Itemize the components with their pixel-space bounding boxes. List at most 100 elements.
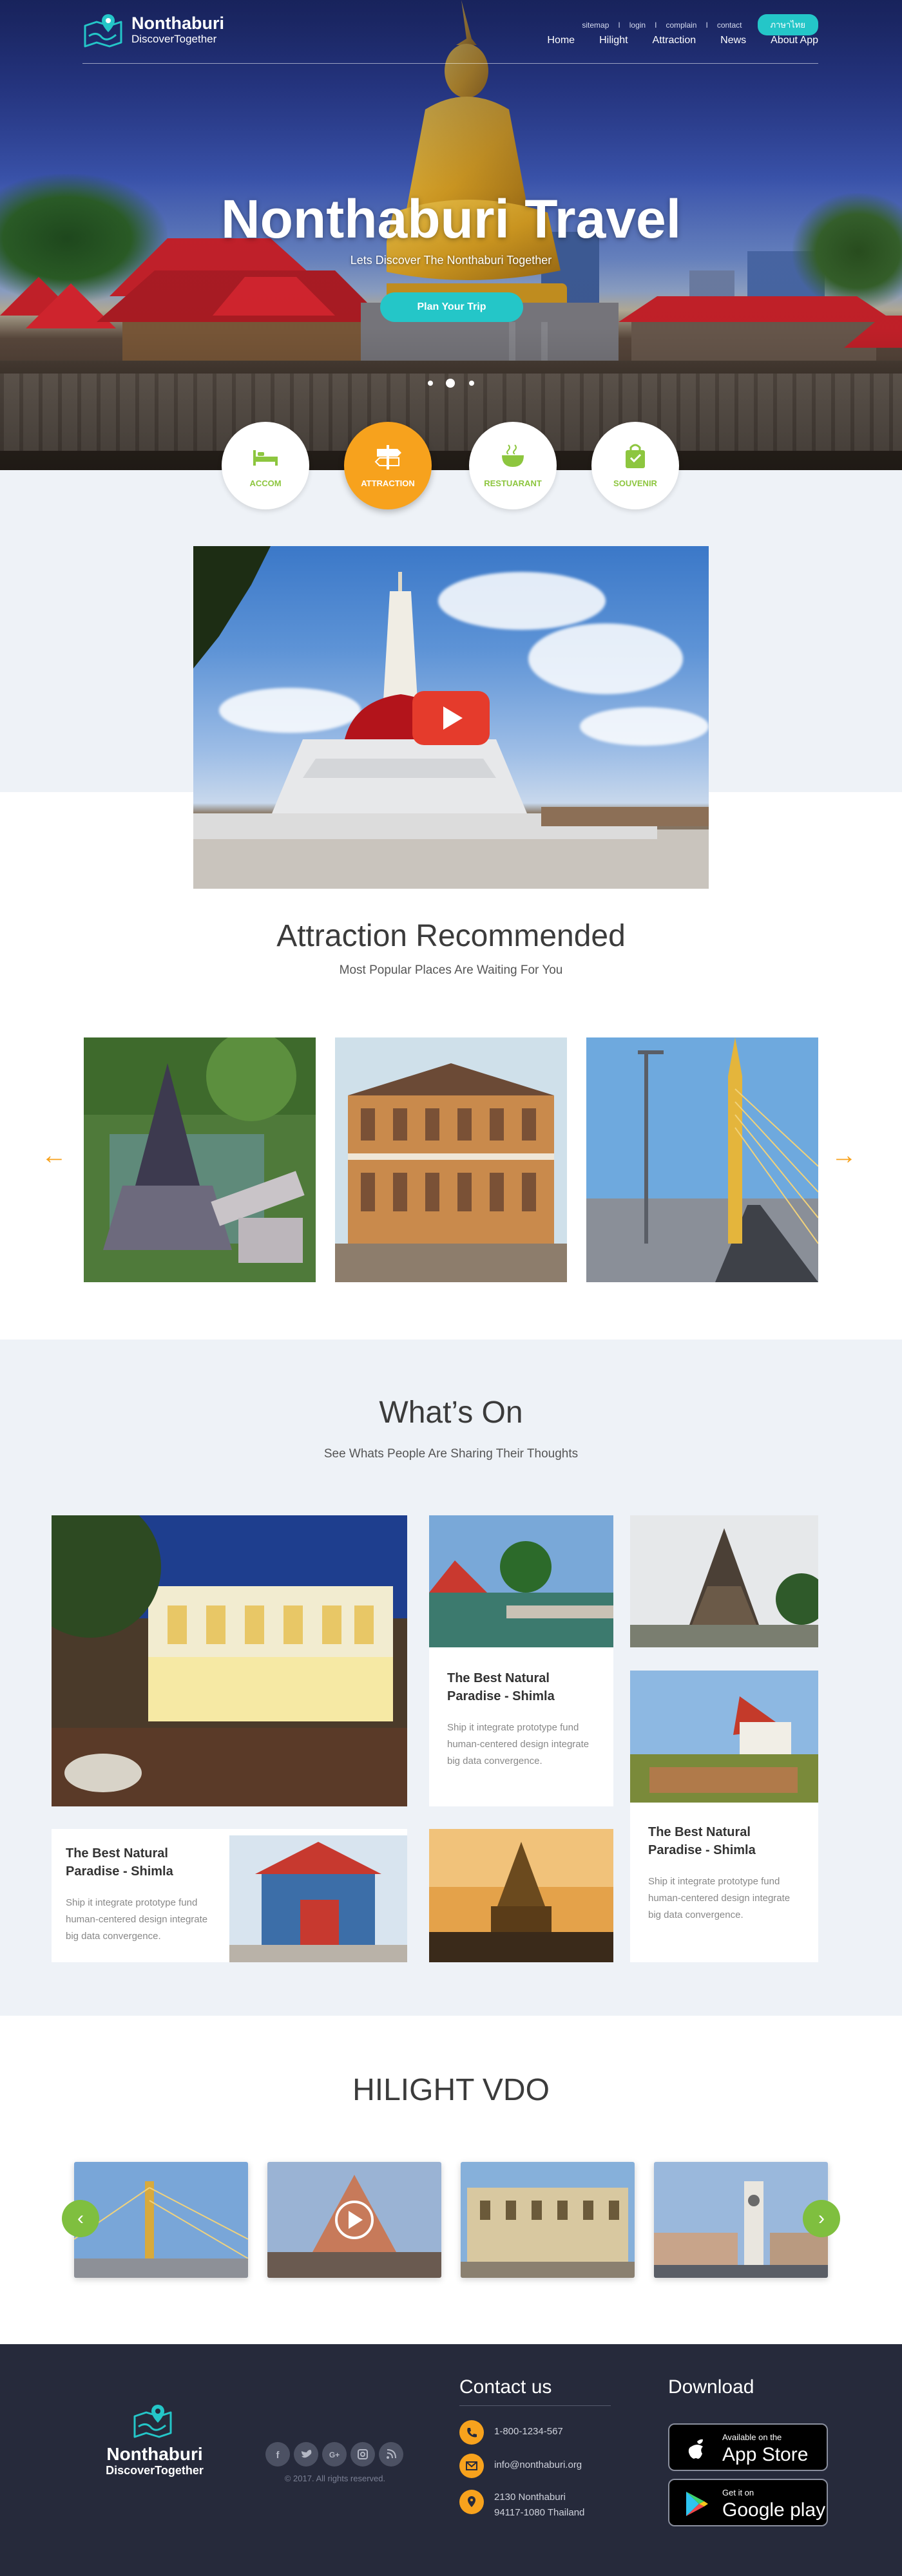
whatson-photo-large[interactable]	[52, 1515, 407, 1806]
whatson-photo[interactable]	[630, 1671, 818, 1803]
login-link[interactable]: login	[629, 21, 646, 30]
hilight-video[interactable]	[461, 2162, 635, 2278]
restaurant-photo	[52, 1515, 407, 1806]
contact-divider	[459, 2405, 611, 2406]
hero-subtitle: Lets Discover The Nonthaburi Together	[350, 254, 552, 267]
separator: I	[618, 20, 620, 30]
language-button[interactable]: ภาษาไทย	[757, 14, 818, 35]
brand-name: Nonthaburi	[131, 14, 224, 33]
phone-icon	[459, 2420, 484, 2445]
hilight-video[interactable]	[74, 2162, 248, 2278]
card-text: Ship it integrate prototype fund human-c…	[648, 1876, 791, 1920]
whatson-photo[interactable]	[429, 1515, 613, 1647]
contact-email[interactable]: info@nonthaburi.org	[494, 2458, 582, 2473]
clock-tower-video-thumb	[654, 2162, 828, 2278]
bridge-video-thumb	[74, 2162, 248, 2278]
contact-phone[interactable]: 1-800-1234-567	[494, 2424, 563, 2439]
nav-home[interactable]: Home	[547, 35, 575, 46]
attraction-section-title: Attraction Recommended	[276, 919, 626, 953]
copyright-text: © 2017. All rights reserved.	[284, 2474, 386, 2483]
contact-link[interactable]: contact	[717, 21, 742, 30]
separator: I	[655, 20, 657, 30]
whatson-card[interactable]: The Best Natural Paradise - Shimla Ship …	[429, 1647, 613, 1806]
header-divider	[82, 63, 818, 64]
card-title: The Best Natural Paradise - Shimla	[66, 1846, 173, 1879]
chevron-right-icon[interactable]: ›	[803, 2200, 840, 2237]
category-label: ACCOM	[249, 478, 282, 488]
card-text: Ship it integrate prototype fund human-c…	[66, 1897, 208, 1942]
whatson-photo[interactable]	[429, 1829, 613, 1962]
colonial-building-video-thumb	[461, 2162, 635, 2278]
nav-news[interactable]: News	[720, 35, 746, 46]
twitter-icon[interactable]	[294, 2442, 318, 2467]
facebook-icon[interactable]: f	[265, 2442, 290, 2467]
brand-tagline: DiscoverTogether	[131, 33, 217, 45]
category-souvenir[interactable]: SOUVENIR	[591, 422, 679, 509]
attraction-photo	[586, 1037, 818, 1282]
google-play-button[interactable]: Get it on Google play	[668, 2479, 828, 2526]
app-store-button[interactable]: Available on the App Store	[668, 2423, 828, 2471]
footer-brand-name: Nonthaburi	[106, 2444, 203, 2464]
play-icon	[443, 706, 463, 730]
category-accom[interactable]: ACCOM	[222, 422, 309, 509]
google-play-icon	[686, 2492, 708, 2516]
hilight-video[interactable]	[654, 2162, 828, 2278]
svg-text:G+: G+	[329, 2450, 340, 2459]
nav-attraction[interactable]: Attraction	[653, 35, 696, 46]
hilight-video[interactable]	[267, 2162, 441, 2278]
sitemap-link[interactable]: sitemap	[582, 21, 609, 30]
slider-dot[interactable]	[469, 381, 474, 386]
attraction-photo	[335, 1037, 567, 1282]
signpost-icon	[374, 445, 401, 469]
apple-icon	[688, 2439, 703, 2459]
golden-pavilion-photo	[429, 1829, 613, 1962]
google-plus-icon[interactable]: G+	[322, 2442, 347, 2467]
hilight-section-title: HILIGHT VDO	[352, 2073, 550, 2107]
rss-icon[interactable]	[379, 2442, 403, 2467]
whatson-photo[interactable]	[630, 1515, 818, 1647]
card-text: Ship it integrate prototype fund human-c…	[447, 1722, 590, 1766]
whatson-card[interactable]: The Best Natural Paradise - Shimla Ship …	[52, 1829, 407, 1962]
hero-title: Nonthaburi Travel	[220, 189, 682, 249]
nav-hilight[interactable]: Hilight	[599, 35, 628, 46]
card-photo	[229, 1835, 407, 1962]
bowl-icon	[502, 444, 524, 467]
instagram-icon[interactable]	[350, 2442, 375, 2467]
attraction-card[interactable]	[586, 1037, 818, 1282]
googleplay-big-text: Google play	[722, 2499, 826, 2521]
riverside-temple-photo	[429, 1515, 613, 1647]
shrine-photo	[229, 1835, 407, 1962]
category-attraction[interactable]: ATTRACTION	[344, 422, 432, 509]
footer-brand-tagline: DiscoverTogether	[106, 2464, 204, 2477]
map-pin-logo-icon	[84, 14, 122, 48]
main-navigation: Home Hilight Attraction News About App	[547, 35, 818, 46]
arrow-right-icon[interactable]: →	[831, 1141, 857, 1170]
video-play-button[interactable]	[412, 691, 490, 745]
whatson-card[interactable]: The Best Natural Paradise - Shimla Ship …	[630, 1803, 818, 1962]
slider-dot-active[interactable]	[446, 379, 455, 388]
location-pin-icon	[459, 2490, 484, 2514]
card-title: The Best Natural Paradise - Shimla	[447, 1671, 555, 1703]
contact-address-line2: 94117-1080 Thailand	[494, 2507, 585, 2518]
appstore-big-text: App Store	[722, 2444, 809, 2465]
category-label: ATTRACTION	[361, 478, 415, 488]
attraction-photo	[84, 1037, 316, 1282]
arrow-left-icon[interactable]: ←	[41, 1141, 67, 1170]
download-heading: Download	[668, 2376, 754, 2398]
attraction-card[interactable]	[84, 1037, 316, 1282]
brand-logo[interactable]: Nonthaburi DiscoverTogether	[82, 12, 224, 48]
svg-text:f: f	[276, 2450, 280, 2461]
whatson-section-subtitle: See Whats People Are Sharing Their Thoug…	[323, 1447, 579, 1461]
chevron-left-icon[interactable]: ‹	[62, 2200, 99, 2237]
category-restaurant[interactable]: RESTUARANT	[469, 422, 557, 509]
plan-your-trip-button[interactable]: Plan Your Trip	[380, 292, 523, 322]
category-label: RESTUARANT	[484, 478, 542, 488]
slider-dot[interactable]	[428, 381, 433, 386]
attraction-card[interactable]	[335, 1037, 567, 1282]
nav-about-app[interactable]: About App	[771, 35, 818, 46]
pagoda-photo	[630, 1515, 818, 1647]
appstore-small-text: Available on the	[722, 2432, 782, 2442]
contact-address-line1: 2130 Nonthaburi	[494, 2492, 566, 2503]
whatson-section-title: What’s On	[379, 1396, 523, 1430]
complain-link[interactable]: complain	[666, 21, 696, 30]
